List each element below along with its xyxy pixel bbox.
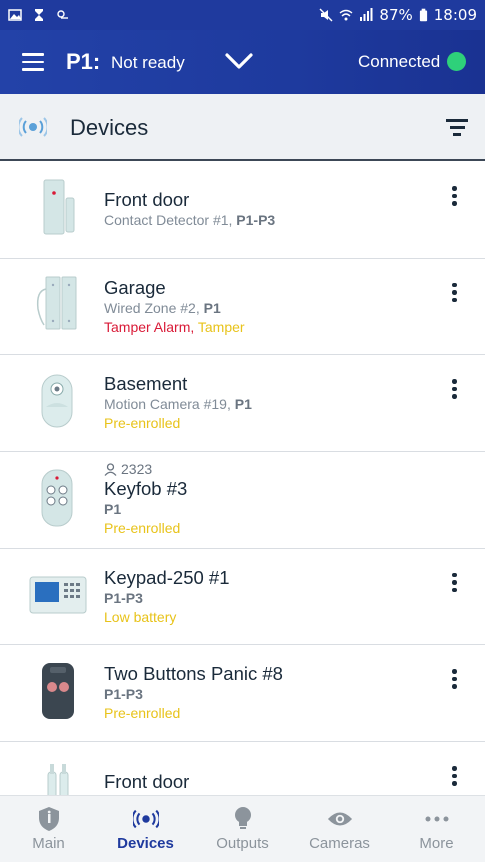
- device-name: Front door: [104, 189, 190, 210]
- battery-percent: 87%: [379, 6, 413, 24]
- device-name: Front door: [104, 771, 190, 793]
- device-status: Pre-enrolled: [104, 520, 181, 537]
- motion-camera-icon: [26, 369, 88, 433]
- bottom-navigation: Main Devices Outputs Cameras More: [0, 795, 485, 862]
- device-name: Garage: [104, 276, 166, 298]
- device-details: P1-P3: [104, 589, 143, 606]
- device-list: Front door Contact Detector #1, P1-P3 Ga…: [0, 162, 485, 839]
- user-badge: 2323: [104, 460, 187, 478]
- tab-cameras[interactable]: Cameras: [291, 796, 388, 862]
- list-item[interactable]: Basement Motion Camera #19, P1 Pre-enrol…: [0, 355, 485, 453]
- gallery-icon: [8, 9, 22, 21]
- chevron-down-icon[interactable]: [224, 50, 254, 72]
- section-header: Devices: [0, 94, 485, 161]
- keypad-icon: [26, 563, 90, 627]
- more-options-icon[interactable]: [452, 379, 460, 401]
- mute-icon: [319, 8, 333, 22]
- device-details: P1: [104, 501, 122, 518]
- list-item[interactable]: 2323 Keyfob #3 P1 Pre-enrolled: [0, 452, 485, 549]
- device-status: Low battery: [104, 608, 177, 625]
- connection-indicator: [447, 52, 466, 71]
- filter-icon[interactable]: [446, 119, 468, 136]
- weather-icon: [57, 10, 68, 19]
- shield-icon: [38, 807, 59, 831]
- list-item[interactable]: Two Buttons Panic #8 P1-P3 Pre-enrolled: [0, 645, 485, 743]
- battery-icon: [419, 8, 427, 22]
- wired-zone-icon: [26, 273, 88, 337]
- contact-detector-icon: [26, 176, 88, 240]
- signal-icon: [360, 8, 373, 21]
- status-bar: 87% 18:09: [0, 0, 485, 30]
- device-name: Keypad-250 #1: [104, 566, 230, 588]
- tab-more[interactable]: More: [388, 796, 485, 862]
- menu-icon[interactable]: [22, 53, 44, 71]
- panic-button-icon: [26, 659, 88, 723]
- more-options-icon[interactable]: [452, 766, 460, 788]
- device-details: Contact Detector #1, P1-P3: [104, 212, 276, 228]
- device-details: Wired Zone #2, P1: [104, 299, 221, 316]
- device-name: Keyfob #3: [104, 478, 188, 500]
- device-name: Basement: [104, 373, 188, 395]
- device-status: Tamper Alarm, Tamper: [104, 318, 245, 335]
- wifi-icon: [339, 9, 353, 21]
- app-bar: P1: Not ready Connected: [0, 30, 485, 94]
- partition-state[interactable]: Not ready: [111, 53, 185, 73]
- device-status: Pre-enrolled: [104, 415, 181, 432]
- user-icon: [104, 462, 117, 476]
- list-item[interactable]: Front door Contact Detector #1, P1-P3: [0, 162, 485, 259]
- more-options-icon[interactable]: [452, 572, 460, 595]
- eye-icon: [327, 812, 352, 826]
- more-options-icon[interactable]: [452, 282, 460, 305]
- page-title: Devices: [70, 115, 149, 140]
- device-name: Two Buttons Panic #8: [104, 663, 283, 685]
- tab-outputs[interactable]: Outputs: [194, 796, 291, 862]
- tab-main[interactable]: Main: [0, 796, 97, 862]
- device-details: Motion Camera #19, P1: [104, 396, 252, 413]
- list-item[interactable]: Keypad-250 #1 P1-P3 Low battery: [0, 548, 485, 646]
- tab-devices[interactable]: Devices: [97, 796, 194, 862]
- lightbulb-icon: [234, 807, 251, 829]
- devices-icon: [132, 809, 159, 829]
- more-options-icon[interactable]: [452, 186, 460, 208]
- partition-label[interactable]: P1:: [66, 49, 100, 75]
- keyfob-icon: [26, 466, 88, 530]
- more-options-icon[interactable]: [452, 669, 460, 691]
- clock: 18:09: [433, 6, 477, 24]
- more-horizontal-icon: [425, 816, 448, 822]
- list-item[interactable]: Garage Wired Zone #2, P1 Tamper Alarm, T…: [0, 258, 485, 356]
- device-details: P1-P3: [104, 686, 143, 703]
- device-status: Pre-enrolled: [104, 705, 181, 722]
- connection-status: Connected: [358, 52, 441, 71]
- devices-icon: [19, 117, 47, 137]
- hourglass-icon: [35, 9, 43, 21]
